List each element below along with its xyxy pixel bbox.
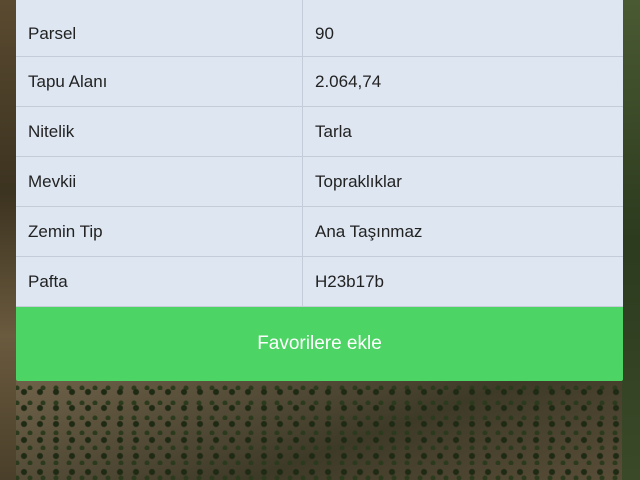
- row-label: Zemin Tip: [16, 206, 303, 257]
- row-value: Topraklıklar: [302, 156, 623, 207]
- row-value: 90: [302, 0, 623, 57]
- row-value: Tarla: [302, 106, 623, 157]
- row-value: H23b17b: [302, 256, 623, 307]
- row-label: Parsel: [16, 0, 303, 57]
- map-edge-right: [622, 0, 640, 480]
- row-label: Mevkii: [16, 156, 303, 207]
- row-value: Ana Taşınmaz: [302, 206, 623, 257]
- table-row-parsel: Parsel 90: [16, 0, 623, 57]
- table-row-mevkii: Mevkii Topraklıklar: [16, 156, 623, 207]
- row-value: 2.064,74: [302, 56, 623, 107]
- map-edge-left: [0, 0, 16, 480]
- row-label: Tapu Alanı: [16, 56, 303, 107]
- table-row-zemin-tip: Zemin Tip Ana Taşınmaz: [16, 206, 623, 257]
- row-label: Nitelik: [16, 106, 303, 157]
- parcel-info-panel: Parsel 90 Tapu Alanı 2.064,74 Nitelik Ta…: [16, 0, 623, 384]
- table-row-nitelik: Nitelik Tarla: [16, 106, 623, 157]
- table-row-pafta: Pafta H23b17b: [16, 256, 623, 307]
- row-label: Pafta: [16, 256, 303, 307]
- parcel-info-table: Parsel 90 Tapu Alanı 2.064,74 Nitelik Ta…: [16, 0, 623, 307]
- table-row-tapu-alani: Tapu Alanı 2.064,74: [16, 56, 623, 107]
- add-to-favorites-button[interactable]: Favorilere ekle: [16, 307, 623, 381]
